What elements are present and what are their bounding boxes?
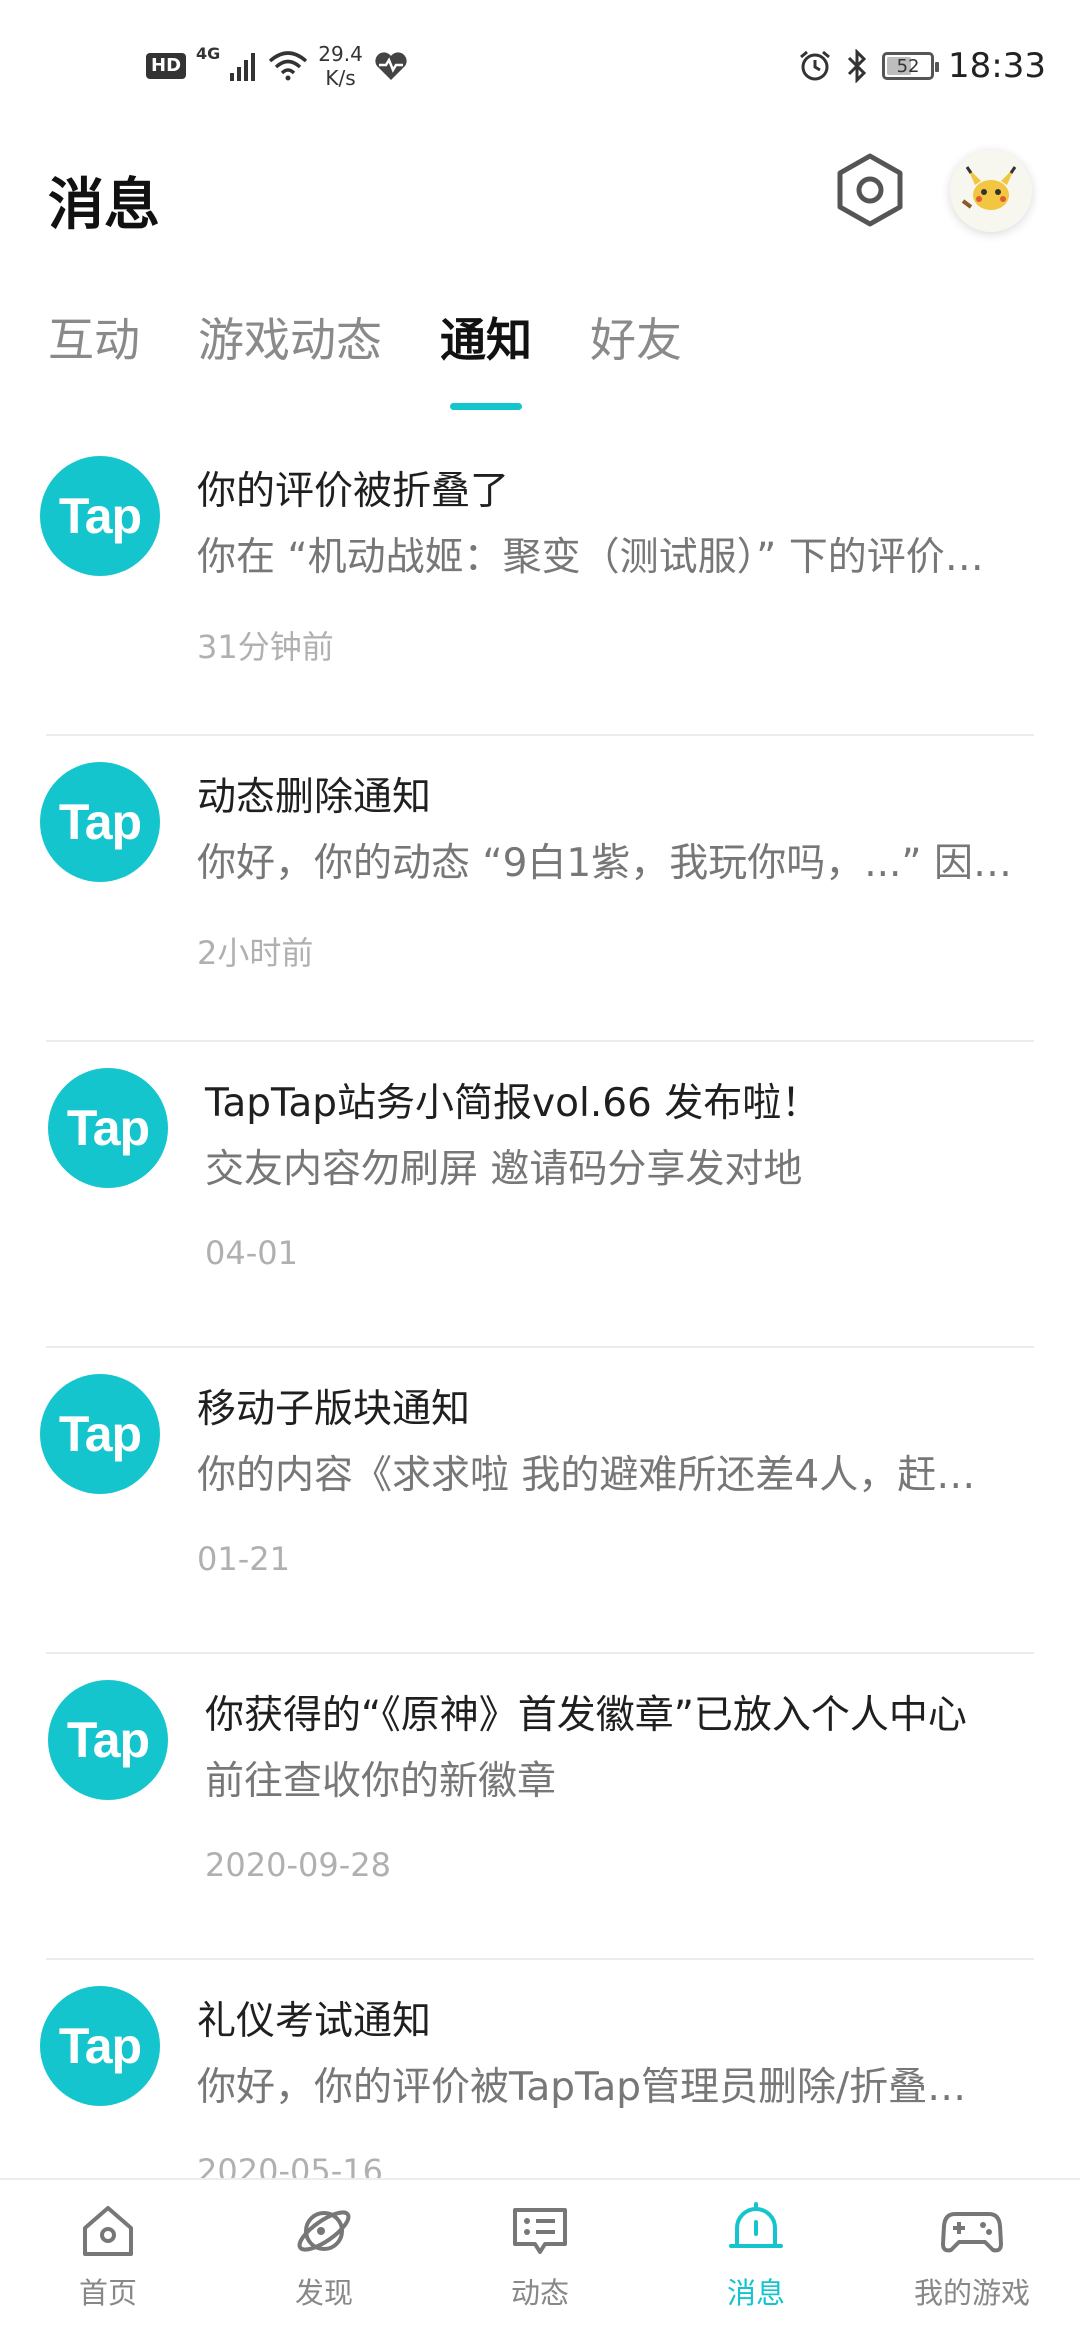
bluetooth-icon [847, 49, 867, 83]
settings-button[interactable] [830, 150, 910, 230]
gamepad-icon [941, 2212, 1003, 2253]
tab-friends[interactable]: 好友 [590, 310, 682, 390]
speed-unit: K/s [325, 66, 356, 90]
notification-list: Tap 你的评价被折叠了 你在 “机动战姬：聚变（测试服）” 下的评价… 31分… [0, 430, 1080, 2178]
taptap-logo-icon: Tap [40, 456, 160, 576]
notification-time: 01-21 [197, 1540, 290, 1578]
nav-feed[interactable]: 动态 [432, 2180, 648, 2342]
list-item[interactable]: Tap 礼仪考试通知 你好，你的评价被TapTap管理员删除/折叠… 2020-… [0, 1960, 1080, 2178]
notification-time: 31分钟前 [197, 628, 334, 666]
notification-title: 你获得的“《原神》首发徽章”已放入个人中心 [205, 1693, 967, 1738]
network-speed: 29.4 K/s [318, 42, 363, 90]
taptap-logo-icon: Tap [40, 1374, 160, 1494]
heart-rate-icon [375, 52, 407, 80]
notification-desc: 交友内容勿刷屏 邀请码分享发对地 [205, 1147, 803, 1192]
taptap-logo-icon: Tap [40, 762, 160, 882]
list-item[interactable]: Tap 移动子版块通知 你的内容《求求啦 我的避难所还差4人，赶… 01-21 [0, 1348, 1080, 1654]
tab-label: 游戏动态 [198, 313, 382, 367]
status-right: 52 18:33 [798, 38, 1046, 94]
clock: 18:33 [948, 46, 1046, 86]
network-type: 4G [196, 44, 221, 63]
tab-game-updates[interactable]: 游戏动态 [198, 310, 382, 390]
tab-label: 通知 [440, 313, 532, 367]
notification-desc: 你好，你的评价被TapTap管理员删除/折叠… [197, 2065, 967, 2110]
nav-label: 动态 [510, 2276, 569, 2310]
bottom-nav: 首页 发现 动态 消息 我的游戏 [0, 2178, 1080, 2342]
nav-label: 我的游戏 [913, 2276, 1030, 2310]
nav-home[interactable]: 首页 [0, 2180, 216, 2342]
battery-level: 52 [896, 55, 920, 77]
notification-desc: 你在 “机动战姬：聚变（测试服）” 下的评价… [197, 535, 984, 580]
notification-desc: 你的内容《求求啦 我的避难所还差4人，赶… [197, 1453, 976, 1498]
home-icon [83, 2206, 133, 2256]
tab-label: 互动 [48, 313, 140, 367]
notification-desc: 前往查收你的新徽章 [205, 1759, 557, 1804]
hd-badge: HD [146, 53, 187, 79]
notification-title: 动态删除通知 [197, 775, 432, 820]
page-title: 消息 [48, 173, 160, 238]
nav-label: 消息 [726, 2276, 785, 2310]
avatar[interactable] [950, 150, 1032, 232]
list-item[interactable]: Tap TapTap站务小简报vol.66 发布啦！ 交友内容勿刷屏 邀请码分享… [0, 1042, 1080, 1348]
nav-discover[interactable]: 发现 [216, 2180, 432, 2342]
message-card-icon [513, 2208, 567, 2254]
notification-title: 礼仪考试通知 [197, 1999, 432, 2044]
settings-hexagon-icon [837, 153, 903, 227]
notification-time: 04-01 [205, 1234, 298, 1272]
notification-title: 移动子版块通知 [197, 1387, 471, 1432]
battery-icon: 52 [882, 52, 940, 80]
list-item[interactable]: Tap 你获得的“《原神》首发徽章”已放入个人中心 前往查收你的新徽章 2020… [0, 1654, 1080, 1960]
bell-icon [729, 2202, 783, 2248]
taptap-logo-icon: Tap [48, 1068, 168, 1188]
active-tab-indicator [450, 403, 522, 410]
planet-icon [297, 2210, 351, 2252]
status-left: HD 4G 29.4 K/s [146, 38, 409, 94]
notification-time: 2020-05-16 [197, 2152, 383, 2178]
taptap-logo-icon: Tap [40, 1986, 160, 2106]
nav-label: 首页 [78, 2276, 137, 2310]
tab-notifications[interactable]: 通知 [440, 310, 532, 410]
list-item[interactable]: Tap 动态删除通知 你好，你的动态 “9白1紫，我玩你吗，...” 因… 2小… [0, 736, 1080, 1042]
notification-desc: 你好，你的动态 “9白1紫，我玩你吗，...” 因… [197, 841, 1013, 886]
nav-label: 发现 [294, 2276, 353, 2310]
nav-messages[interactable]: 消息 [648, 2180, 864, 2342]
wifi-icon [269, 51, 308, 81]
tab-label: 好友 [590, 313, 682, 367]
signal-icon [230, 53, 256, 81]
status-bar: HD 4G 29.4 K/s 52 18:33 [0, 0, 1080, 130]
nav-my-games[interactable]: 我的游戏 [864, 2180, 1080, 2342]
notification-title: TapTap站务小简报vol.66 发布啦！ [205, 1081, 821, 1126]
notification-time: 2小时前 [197, 934, 314, 972]
notification-time: 2020-09-28 [205, 1846, 391, 1884]
alarm-icon [800, 50, 830, 81]
taptap-logo-icon: Tap [48, 1680, 168, 1800]
tab-interaction[interactable]: 互动 [48, 310, 140, 390]
message-tabs: 互动 游戏动态 通知 好友 [48, 310, 682, 410]
notification-title: 你的评价被折叠了 [197, 469, 510, 514]
avatar-image [961, 166, 1017, 210]
list-item[interactable]: Tap 你的评价被折叠了 你在 “机动战姬：聚变（测试服）” 下的评价… 31分… [0, 430, 1080, 736]
speed-value: 29.4 [318, 42, 363, 66]
